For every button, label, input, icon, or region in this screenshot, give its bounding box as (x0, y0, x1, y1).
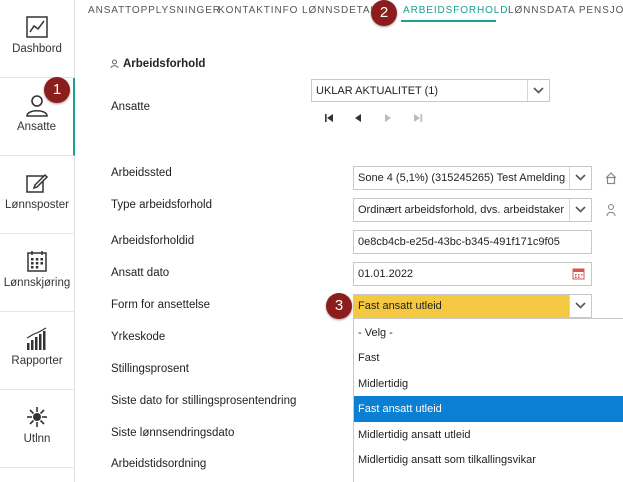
tab-bar: ANSATTOPPLYSNINGER KONTAKTINFO LØNNSDETA… (75, 0, 623, 24)
tab-arbeidsforhold[interactable]: ARBEIDSFORHOLD (403, 5, 508, 16)
user-icon[interactable] (606, 203, 620, 217)
dropdown-option[interactable]: Midlertidig ansatt utleid (354, 422, 623, 448)
calendar-icon[interactable] (572, 267, 585, 280)
form-for-ansettelse-dropdown: - Velg - Fast Midlertidig Fast ansatt ut… (353, 318, 623, 482)
type-arbeidsforhold-label: Type arbeidsforhold (111, 199, 213, 211)
calendar-icon (27, 251, 47, 272)
section-title: Arbeidsforhold (110, 58, 205, 70)
dashboard-icon (26, 16, 48, 38)
sidebar-item-dashbord[interactable]: Dashbord (0, 0, 74, 78)
tab-lonnsdetaljer[interactable]: LØNNSDETAL (302, 5, 377, 16)
sidebar-item-rapporter[interactable]: Rapporter (0, 312, 74, 390)
yrkeskode-label: Yrkeskode (111, 331, 166, 343)
ansatte-select-value: UKLAR AKTUALITET (1) (316, 85, 439, 97)
chevron-down-icon (569, 167, 591, 189)
type-arbeidsforhold-value: Ordinært arbeidsforhold, dvs. arbeidstak… (358, 204, 565, 216)
active-tab-indicator (401, 20, 496, 22)
ansatte-select[interactable]: UKLAR AKTUALITET (1) (311, 79, 550, 102)
sidebar-item-label: Ansatte (17, 121, 56, 133)
siste-stillingsprosentendring-label: Siste dato for stillingsprosentendring (111, 395, 297, 407)
previous-record-icon[interactable] (351, 111, 365, 125)
ansatt-dato-value: 01.01.2022 (358, 268, 414, 280)
form-for-ansettelse-label: Form for ansettelse (111, 299, 211, 311)
siste-lonnsendringsdato-label: Siste lønnsendringsdato (111, 427, 235, 439)
arbeidstidsordning-label: Arbeidstidsordning (111, 458, 207, 470)
chevron-down-icon (527, 80, 549, 101)
sidebar: Dashbord Ansatte Lønnsposter Lønnskjørin… (0, 0, 75, 482)
sidebar-item-utlnn[interactable]: Utlnn (0, 390, 74, 468)
arbeidsforholdid-label: Arbeidsforholdid (111, 235, 195, 247)
dropdown-option[interactable]: Midlertidig ansatt som tilkallingsvikar (354, 447, 623, 473)
next-record-icon[interactable] (381, 111, 395, 125)
sidebar-item-label: Dashbord (12, 43, 62, 55)
sidebar-item-lonnsposter[interactable]: Lønnsposter (0, 156, 74, 234)
sidebar-item-label: Utlnn (23, 433, 51, 445)
arbeidssted-value: Sone 4 (5,1%) (315245265) Test Amelding (358, 172, 566, 184)
bar-chart-icon (26, 327, 47, 350)
settings-icon (27, 407, 47, 427)
sidebar-item-label: Lønnskjøring (3, 277, 71, 289)
type-arbeidsforhold-select[interactable]: Ordinært arbeidsforhold, dvs. arbeidstak… (353, 198, 592, 222)
edit-icon (26, 173, 49, 193)
chevron-down-icon (569, 199, 591, 221)
stillingsprosent-label: Stillingsprosent (111, 363, 189, 375)
arbeidssted-select[interactable]: Sone 4 (5,1%) (315245265) Test Amelding (353, 166, 592, 190)
step-marker-1: 1 (44, 77, 70, 103)
tab-ansattopplysninger[interactable]: ANSATTOPPLYSNINGER (88, 5, 221, 16)
form-for-ansettelse-select[interactable]: Fast ansatt utleid (353, 294, 592, 318)
arbeidsforholdid-field[interactable]: 0e8cb4cb-e25d-43bc-b345-491f171c9f05 (353, 230, 592, 254)
dropdown-option[interactable]: Fast (354, 345, 623, 371)
step-marker-2: 2 (371, 0, 397, 26)
ansatt-dato-label: Ansatt dato (111, 267, 170, 279)
form-for-ansettelse-value: Fast ansatt utleid (358, 300, 442, 312)
ansatt-dato-field[interactable]: 01.01.2022 (353, 262, 592, 286)
last-record-icon[interactable] (411, 111, 425, 125)
dropdown-option-selected[interactable]: Fast ansatt utleid (354, 396, 623, 422)
tab-kontaktinfo[interactable]: KONTAKTINFO (218, 5, 298, 16)
sidebar-item-lonnskjoring[interactable]: Lønnskjøring (0, 234, 74, 312)
tab-lonnsdata-pensjon[interactable]: LØNNSDATA PENSJON (508, 5, 623, 16)
arbeidssted-label: Arbeidssted (111, 167, 172, 179)
home-icon[interactable] (604, 171, 618, 185)
step-marker-3: 3 (326, 293, 352, 319)
section-title-text: Arbeidsforhold (123, 58, 206, 70)
user-icon (110, 59, 119, 68)
arbeidsforholdid-value: 0e8cb4cb-e25d-43bc-b345-491f171c9f05 (358, 236, 560, 248)
sidebar-item-label: Lønnsposter (5, 199, 69, 211)
dropdown-option[interactable]: Midlertidig (354, 371, 623, 397)
ansatte-label: Ansatte (111, 101, 150, 113)
chevron-down-icon (569, 295, 591, 317)
first-record-icon[interactable] (322, 111, 336, 125)
sidebar-item-label: Rapporter (11, 355, 63, 367)
dropdown-option[interactable]: - Velg - (354, 320, 623, 346)
